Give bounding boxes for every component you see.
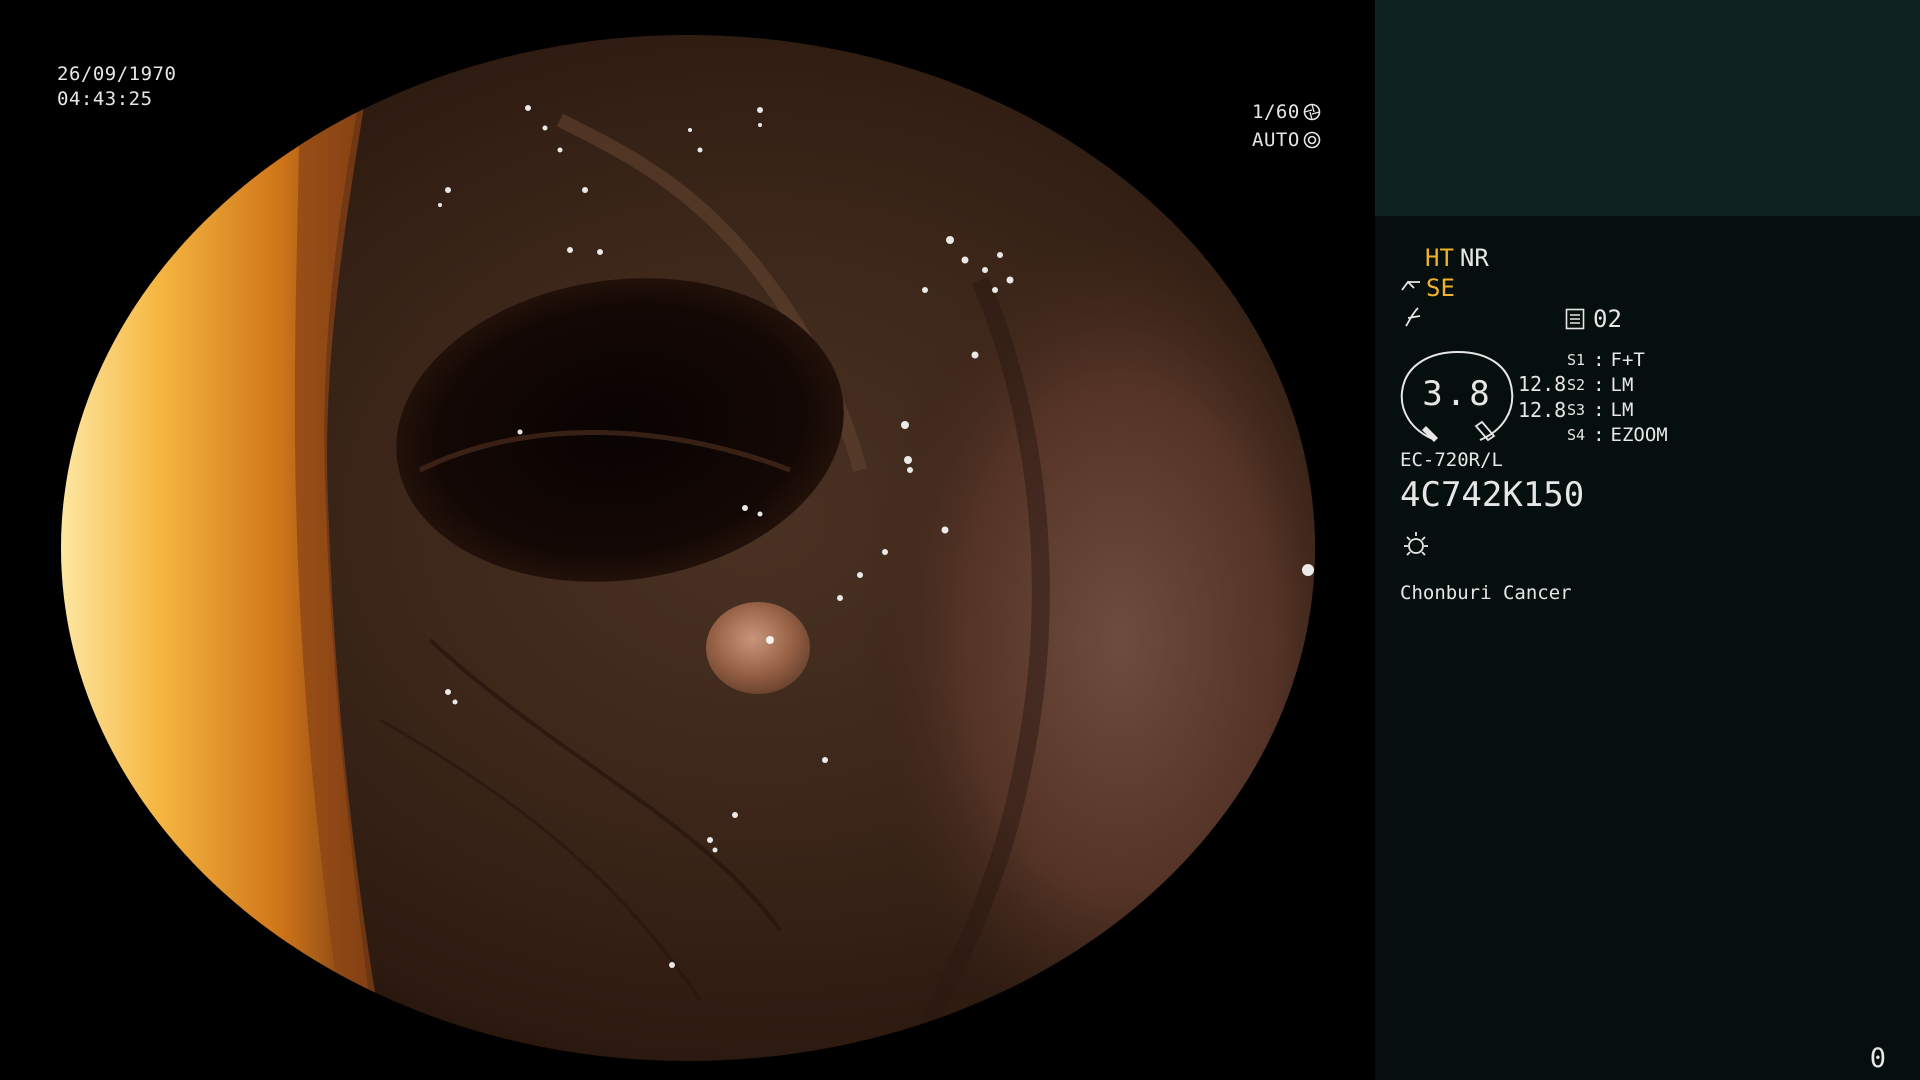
shutter-speed-text: 1/60 <box>1252 100 1300 123</box>
endoscope-image <box>61 35 1315 1061</box>
iris-icon <box>1303 103 1321 121</box>
zoom-value: 3.8 <box>1422 374 1493 414</box>
scope-model: EC-720R/L <box>1400 449 1503 471</box>
ht-label: HT <box>1425 244 1454 272</box>
memory-value: 02 <box>1593 305 1622 333</box>
se-indicator: SE <box>1400 274 1455 302</box>
gauge-side-bottom: 12.8 <box>1518 398 1567 422</box>
image-counter: 0 <box>1869 1043 1886 1074</box>
switch-row: S2: LM <box>1567 374 1634 396</box>
time-text: 04:43:25 <box>57 88 153 110</box>
memory-indicator: 02 <box>1565 305 1622 333</box>
institution-name: Chonburi Cancer <box>1400 582 1572 604</box>
scope-serial: 4C742K150 <box>1400 475 1585 515</box>
endoscope-viewport <box>0 0 1375 1080</box>
switch-list: S1: F+T S2: LM S3: LM S4: EZOOM <box>1567 348 1668 448</box>
memory-icon <box>1565 308 1585 330</box>
scope-tip-icon <box>1401 280 1420 291</box>
date-time-readout: 26/09/1970 04:43:25 <box>57 62 176 112</box>
light-icon <box>1303 131 1321 149</box>
nr-label: NR <box>1459 244 1489 272</box>
se-label: SE <box>1426 274 1455 302</box>
exposure-mode-text: AUTO <box>1252 128 1300 151</box>
switch-row: S3: LM <box>1567 399 1634 421</box>
zoom-gauge: 3.8 <box>1400 350 1515 444</box>
exposure-readout: 1/60 AUTO <box>1252 98 1321 154</box>
date-text: 26/09/1970 <box>57 63 177 85</box>
switch-row: S1: F+T <box>1567 349 1645 371</box>
ht-nr-indicator: HT NR <box>1425 244 1489 272</box>
panel-header-block <box>1375 0 1920 216</box>
lamp-icon <box>1404 532 1428 556</box>
freeze-icon <box>1405 307 1421 327</box>
switch-row: S4: EZOOM <box>1567 424 1668 446</box>
gauge-side-top: 12.8 <box>1518 372 1567 396</box>
freeze-indicator <box>1402 306 1424 334</box>
gauge-side-values: 12.8 12.8 <box>1518 371 1566 423</box>
lamp-indicator <box>1401 530 1431 564</box>
info-panel <box>1375 0 1920 1080</box>
